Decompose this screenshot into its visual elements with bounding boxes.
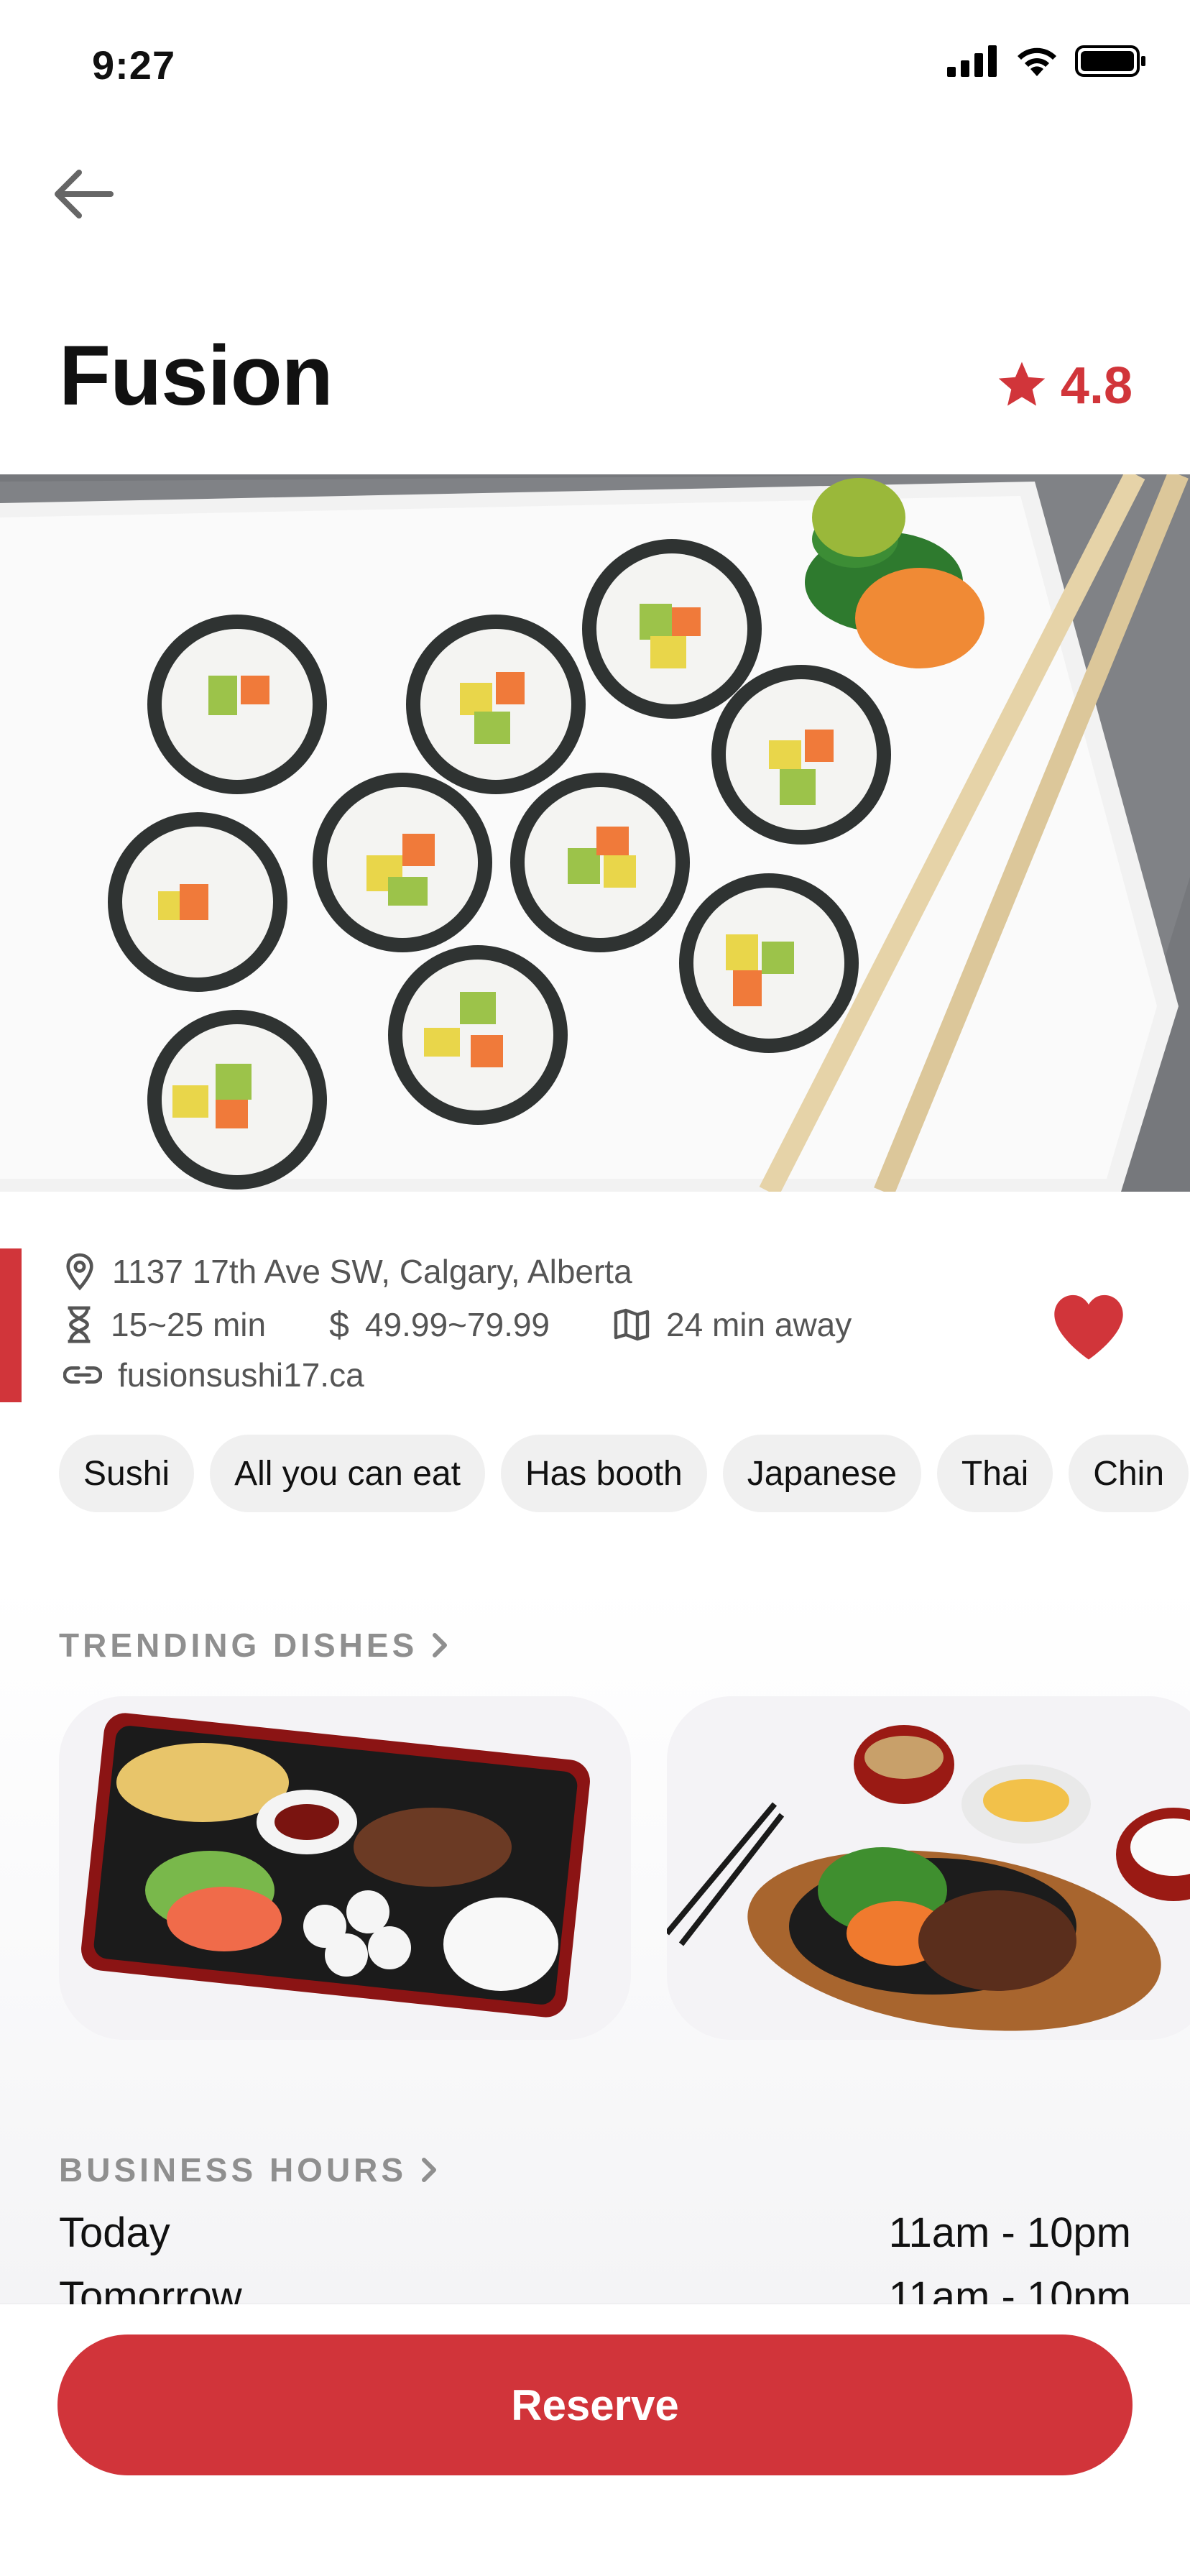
heart-icon [1054,1294,1123,1360]
dish-image [667,1696,1190,2040]
map-icon [614,1308,650,1341]
address-row: 1137 17th Ave SW, Calgary, Alberta [63,1252,632,1291]
status-time: 9:27 [92,42,176,88]
tag-chip[interactable]: Thai [936,1435,1053,1512]
dish-card[interactable] [667,1696,1190,2040]
website-link[interactable]: fusionsushi17.ca [118,1356,364,1394]
hours-row: Today 11am - 10pm [59,2209,1131,2257]
tag-chip[interactable]: All you can eat [210,1435,485,1512]
sushi-roll [147,615,327,794]
active-indicator-bar [0,1248,22,1402]
favorite-button[interactable] [1049,1291,1128,1363]
details-row: 15~25 min $ 49.99~79.99 24 min away [63,1304,852,1346]
hourglass-icon [68,1306,91,1343]
distance-text: 24 min away [666,1306,852,1343]
chevron-right-icon [433,1633,448,1657]
location-pin-icon [66,1253,93,1291]
rating: 4.8 [995,356,1133,415]
trending-dishes-title: TRENDING DISHES [59,1627,418,1664]
tag-list: Sushi All you can eat Has booth Japanese… [59,1435,1189,1512]
status-icons [947,45,1147,78]
trending-dishes-header[interactable]: TRENDING DISHES [59,1626,449,1665]
address-text: 1137 17th Ave SW, Calgary, Alberta [112,1253,632,1290]
business-hours-header[interactable]: BUSINESS HOURS [59,2150,438,2189]
hours-day: Today [59,2209,170,2256]
dish-card[interactable] [59,1696,631,2040]
website-row[interactable]: fusionsushi17.ca [63,1356,364,1394]
business-hours-title: BUSINESS HOURS [59,2151,407,2189]
restaurant-name: Fusion [59,328,333,423]
rating-value: 4.8 [1060,357,1133,415]
tag-chip[interactable]: Chin [1069,1435,1189,1512]
wifi-icon [1018,47,1056,76]
restaurant-hero-image [0,474,1190,1192]
back-button[interactable] [50,158,137,230]
tag-chip[interactable]: Has booth [500,1435,707,1512]
cellular-signal-icon [947,45,997,77]
tag-chip[interactable]: Sushi [59,1435,195,1512]
star-icon [998,362,1046,406]
wait-time-text: 15~25 min [111,1306,267,1343]
link-icon [63,1366,102,1384]
dish-image [59,1696,631,2040]
back-arrow-icon [55,170,114,218]
hours-time: 11am - 10pm [888,2209,1131,2256]
chevron-right-icon [422,2158,437,2182]
tag-chip[interactable]: Japanese [722,1435,921,1512]
reserve-button[interactable]: Reserve [57,2334,1133,2475]
dollar-icon: $ [329,1305,349,1345]
price-range-text: 49.99~79.99 [364,1306,550,1343]
battery-icon [1075,45,1145,77]
